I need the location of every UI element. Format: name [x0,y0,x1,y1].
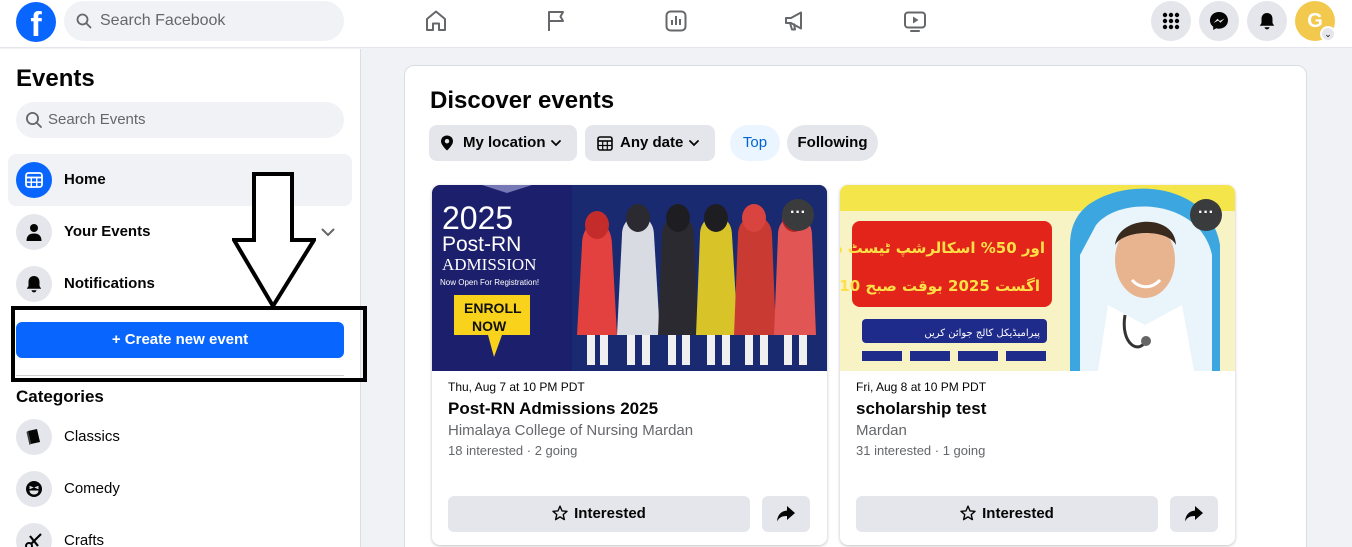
star-icon [552,505,568,521]
event-stats: 18 interested · 2 going [448,443,578,458]
megaphone-icon[interactable] [782,8,808,34]
event-card[interactable]: 100% اور 50% اسکالرشپ ٹیسٹ 9 اگست 2025 ب… [840,185,1235,545]
cover-cta2-text: NOW [472,318,507,334]
tab-following[interactable]: Following [787,125,878,161]
discover-events-title: Discover events [430,87,615,114]
messenger-button[interactable] [1199,1,1239,41]
home-icon[interactable] [423,8,449,34]
facebook-logo[interactable]: f [16,2,56,42]
cover-urdu-line2: 9 اگست 2025 بوقت صبح 10 بجے [840,277,1040,295]
menu-grid-button[interactable] [1151,1,1191,41]
event-date: Thu, Aug 7 at 10 PM PDT [448,380,585,394]
interested-label: Interested [982,505,1054,522]
cover-year-text: 2025 [442,200,513,236]
location-filter-label: My location [463,134,546,151]
event-card[interactable]: 2025 Post-RN ADMISSION Now Open For Regi… [432,185,827,545]
calendar-grid-icon [16,162,52,198]
event-cover-image[interactable]: 100% اور 50% اسکالرشپ ٹیسٹ 9 اگست 2025 ب… [840,185,1235,371]
book-icon [16,419,52,455]
cover-urdu-line1: 100% اور 50% اسکالرشپ ٹیسٹ [840,239,1045,257]
location-filter-dropdown[interactable]: My location [429,125,577,161]
facebook-search-input[interactable]: Search Facebook [64,1,344,41]
category-label: Classics [64,428,120,445]
calendar-icon [597,136,613,151]
account-chevron-icon[interactable]: ⌄ [1320,26,1336,42]
search-icon [26,112,42,128]
cover-line3-text: Now Open For Registration! [440,278,539,287]
event-host: Mardan [856,422,907,439]
share-arrow-icon [1185,506,1203,522]
cover-cta1-text: ENROLL [464,300,522,316]
sidebar-item-label: Home [64,171,106,188]
scissors-icon [16,523,52,547]
interested-button[interactable]: Interested [856,496,1158,532]
sidebar-title: Events [16,65,95,92]
date-filter-dropdown[interactable]: Any date [585,125,715,161]
category-label: Comedy [64,480,120,497]
category-item-classics[interactable]: Classics [8,411,352,463]
flag-icon[interactable] [544,8,570,34]
cover-line1-text: Post-RN [442,233,521,256]
more-options-icon[interactable]: ··· [1190,199,1222,231]
messenger-icon [1210,12,1228,30]
share-arrow-icon [777,506,795,522]
chevron-down-icon [689,140,699,147]
discover-events-panel: Discover events My location Any date Top… [404,65,1307,547]
annotation-highlight-box [11,306,367,382]
share-button[interactable] [762,496,810,532]
sidebar-item-label: Your Events [64,223,151,240]
category-item-crafts[interactable]: Crafts [8,515,352,547]
top-navigation-bar: f Search Facebook G ⌄ [0,0,1352,48]
category-label: Crafts [64,532,105,547]
tab-top[interactable]: Top [730,125,780,161]
interested-label: Interested [574,505,646,522]
bell-icon [1259,13,1275,30]
event-title[interactable]: Post-RN Admissions 2025 [448,399,658,419]
chevron-down-icon [551,140,561,147]
location-pin-icon [441,135,453,151]
interested-button[interactable]: Interested [448,496,750,532]
ads-chart-icon[interactable] [663,8,689,34]
cover-urdu-line3: پیرامیڈیکل کالج جوائن کریں [924,328,1040,339]
search-icon [76,13,92,29]
bell-icon [16,266,52,302]
annotation-arrow-down-icon [232,172,316,308]
search-placeholder: Search Facebook [100,12,226,29]
star-icon [960,505,976,521]
event-cover-image[interactable]: 2025 Post-RN ADMISSION Now Open For Regi… [432,185,827,371]
event-title[interactable]: scholarship test [856,399,986,419]
events-search-placeholder: Search Events [48,111,146,128]
video-icon[interactable] [902,8,928,34]
more-options-icon[interactable]: ··· [782,199,814,231]
notifications-button[interactable] [1247,1,1287,41]
category-item-comedy[interactable]: Comedy [8,463,352,515]
date-filter-label: Any date [620,134,684,151]
sidebar-item-label: Notifications [64,275,155,292]
event-date: Fri, Aug 8 at 10 PM PDT [856,380,987,394]
categories-heading: Categories [16,387,104,406]
events-search-input[interactable]: Search Events [16,102,344,138]
grid-menu-icon [1162,12,1180,30]
person-icon [16,214,52,250]
event-host: Himalaya College of Nursing Mardan [448,422,694,439]
cover-line2-text: ADMISSION [442,255,536,274]
event-stats: 31 interested · 1 going [856,443,986,458]
chevron-down-icon[interactable] [320,224,336,240]
laugh-face-icon [16,471,52,507]
share-button[interactable] [1170,496,1218,532]
